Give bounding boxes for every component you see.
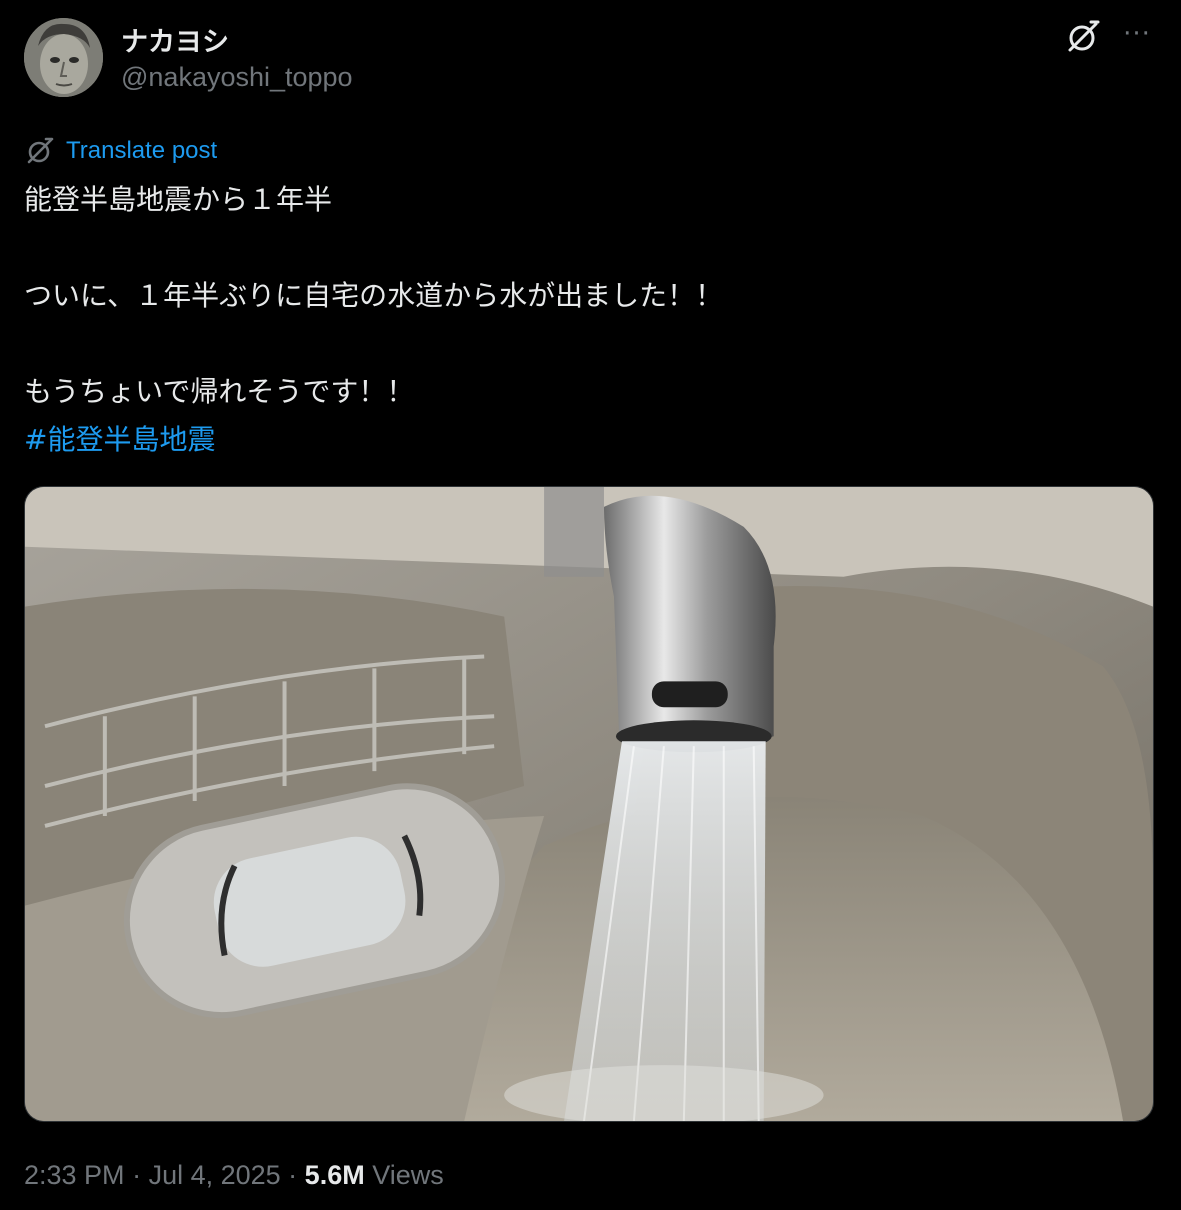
views-count: 5.6M — [304, 1160, 365, 1190]
hashtag-link[interactable]: #能登半島地震 — [24, 423, 215, 456]
post-media-photo[interactable] — [24, 486, 1154, 1122]
translate-post-label: Translate post — [66, 137, 218, 164]
avatar-portrait-image — [24, 18, 103, 97]
more-options-button[interactable]: ··· — [1118, 21, 1156, 48]
avatar[interactable] — [24, 18, 103, 97]
author-handle[interactable]: @nakayoshi_toppo — [121, 62, 353, 93]
views-label: Views — [364, 1160, 444, 1190]
post-text: 能登半島地震から１年半 ついに、１年半ぶりに自宅の水道から水が出ました！！ もう… — [24, 176, 1154, 464]
more-horizontal-icon: ··· — [1123, 19, 1151, 49]
meta-separator-2: · — [280, 1160, 305, 1190]
post-text-line-2: ついに、１年半ぶりに自宅の水道から水が出ました！！ — [24, 279, 724, 312]
post-time[interactable]: 2:33 PM — [24, 1160, 125, 1190]
post-text-line-3: もうちょいで帰れそうです！！ — [24, 375, 415, 408]
grok-button[interactable] — [1064, 18, 1102, 56]
meta-separator: · — [124, 1160, 149, 1190]
post-text-line-1: 能登半島地震から１年半 — [24, 183, 333, 216]
translate-post-link[interactable]: Translate post — [24, 134, 217, 168]
author-display-name[interactable]: ナカヨシ — [121, 20, 229, 59]
post-date[interactable]: Jul 4, 2025 — [149, 1160, 281, 1190]
grok-icon — [1068, 20, 1100, 52]
translate-grok-icon — [27, 137, 54, 164]
post-meta: 2:33 PM · Jul 4, 2025 · 5.6M Views — [24, 1160, 444, 1191]
sink-faucet-photo — [25, 487, 1153, 1121]
